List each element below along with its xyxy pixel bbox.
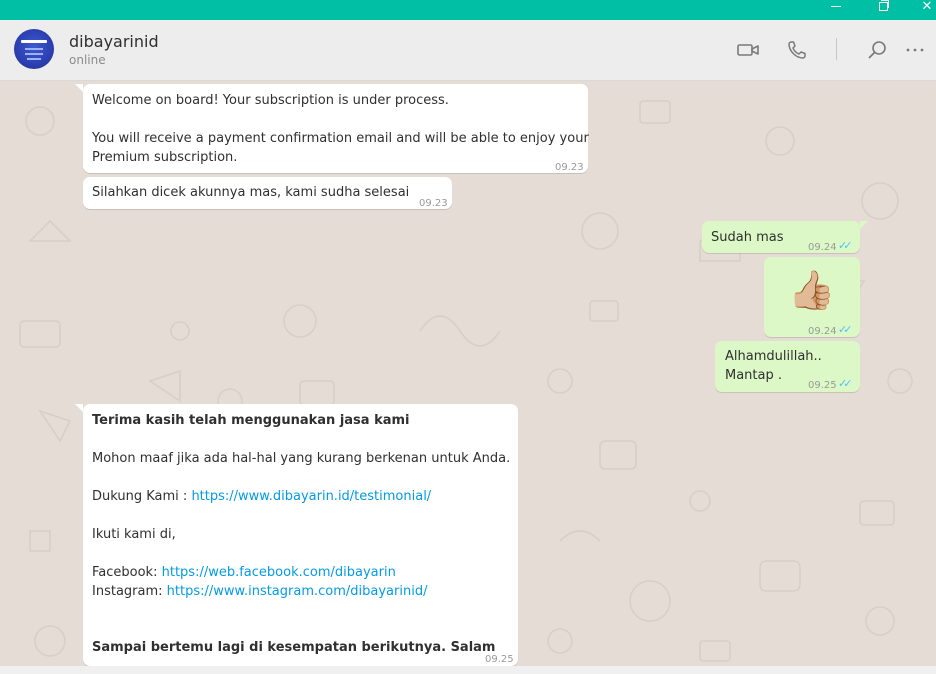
header-divider [836,38,837,60]
avatar-logo-bar [21,40,47,43]
facebook-link[interactable]: https://web.facebook.com/dibayarin [162,565,396,580]
minimize-button[interactable] [822,0,852,20]
support-label: Dukung Kami : [92,489,192,504]
testimonial-link[interactable]: https://www.dibayarin.id/testimonial/ [191,489,431,504]
incoming-bubble-tail [75,404,83,412]
outgoing-message[interactable]: Sudah mas 09.24 ✓✓ [702,221,860,253]
message-text: Sudah mas [711,230,784,245]
read-receipt-icon: ✓✓ [838,239,853,252]
outgoing-message[interactable]: Alhamdulillah.. Mantap . 09.25 ✓✓ [715,341,860,392]
read-receipt-icon: ✓✓ [838,377,853,390]
message-heading: Terima kasih telah menggunakan jasa kami [92,413,410,428]
incoming-bubble-tail [75,84,83,92]
restore-button[interactable] [868,0,898,20]
message-timestamp: 09.23 [555,162,584,173]
chat-panel[interactable]: Welcome on board! Your subscription is u… [0,81,936,666]
facebook-label: Facebook: [92,565,162,580]
message-timestamp: 09.24 [808,242,837,253]
instagram-link[interactable]: https://www.instagram.com/dibayarinid/ [167,584,428,599]
message-timestamp: 09.23 [419,198,448,209]
outgoing-bubble-tail [860,221,868,229]
search-icon[interactable] [866,39,890,61]
more-options-icon[interactable] [905,39,929,61]
message-closing: Sampai bertemu lagi di kesempatan beriku… [92,640,496,655]
message-text: Mantap . [725,368,783,383]
message-text: Mohon maaf jika ada hal-hal yang kurang … [92,451,511,466]
video-call-icon[interactable] [736,39,760,61]
facebook-line: Facebook: https://web.facebook.com/dibay… [92,563,396,582]
instagram-label: Instagram: [92,584,167,599]
avatar[interactable] [14,29,54,69]
window-titlebar: ✕ [0,0,936,20]
message-text: Premium subscription. [92,150,238,165]
bottom-edge [0,666,936,674]
incoming-message-welcome[interactable]: Welcome on board! Your subscription is u… [83,84,589,173]
incoming-message[interactable]: Silahkan dicek akunnya mas, kami sudha s… [83,177,452,209]
close-button[interactable]: ✕ [912,0,936,20]
contact-name[interactable]: dibayarinid [69,32,159,51]
contact-status: online [69,53,106,67]
message-text: Silahkan dicek akunnya mas, kami sudha s… [92,185,410,200]
thumbs-up-emoji: 👍🏼 [788,268,836,312]
outgoing-emoji-message[interactable]: 👍🏼 09.24 ✓✓ [764,257,860,337]
message-timestamp: 09.24 [808,326,837,337]
support-line: Dukung Kami : https://www.dibayarin.id/t… [92,487,431,506]
message-text: Welcome on board! Your subscription is u… [92,93,449,108]
message-timestamp: 09.25 [485,654,514,665]
message-timestamp: 09.25 [808,380,837,391]
message-text: Alhamdulillah.. [725,349,822,364]
incoming-message-thank-you[interactable]: Terima kasih telah menggunakan jasa kami… [83,404,518,666]
message-text: Ikuti kami di, [92,527,176,542]
read-receipt-icon: ✓✓ [838,323,853,336]
chat-header: dibayarinid online [0,20,936,81]
instagram-line: Instagram: https://www.instagram.com/dib… [92,582,427,601]
voice-call-icon[interactable] [786,39,810,61]
message-text: You will receive a payment confirmation … [92,131,589,146]
